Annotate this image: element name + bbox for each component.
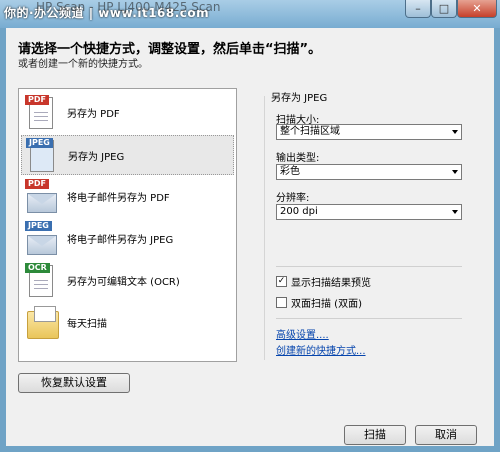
close-button[interactable]: ✕ bbox=[457, 0, 497, 18]
hp-scan-window: 你的·办公频道 | www.it168.com HP Scan - HP LJ4… bbox=[0, 0, 500, 452]
preview-checkbox[interactable]: ✓ bbox=[276, 276, 287, 287]
scan-size-select[interactable]: 整个扫描区域 bbox=[276, 124, 462, 140]
separator bbox=[276, 318, 462, 319]
minimize-button[interactable]: – bbox=[405, 0, 431, 18]
chevron-down-icon bbox=[452, 170, 458, 174]
restore-defaults-button[interactable]: 恢复默认设置 bbox=[18, 373, 130, 393]
cancel-button[interactable]: 取消 bbox=[415, 425, 477, 445]
window-title: HP Scan - HP LJ400 M425 Scan bbox=[36, 0, 221, 14]
resolution-label: 分辨率: bbox=[276, 193, 310, 204]
scan-button[interactable]: 扫描 bbox=[344, 425, 406, 445]
shortcut-label: 将电子邮件另存为 JPEG bbox=[67, 235, 174, 246]
pdf-document-icon: PDF bbox=[25, 95, 57, 131]
shortcut-daily-scan[interactable]: 每天扫描 bbox=[21, 303, 234, 343]
maximize-button[interactable]: □ bbox=[431, 0, 457, 18]
output-type-label: 输出类型: bbox=[276, 153, 320, 164]
output-type-value: 彩色 bbox=[280, 166, 300, 177]
shortcut-save-pdf[interactable]: PDF 另存为 PDF bbox=[21, 93, 234, 133]
settings-group-title: 另存为 JPEG bbox=[271, 93, 328, 104]
pdf-email-icon: PDF bbox=[25, 179, 57, 215]
shortcut-label: 另存为 JPEG bbox=[68, 152, 125, 163]
new-shortcut-link[interactable]: 创建新的快捷方式... bbox=[276, 342, 366, 357]
shortcut-label: 另存为可编辑文本 (OCR) bbox=[67, 277, 180, 288]
shortcut-email-jpeg[interactable]: JPEG 将电子邮件另存为 JPEG bbox=[21, 219, 234, 259]
chevron-down-icon bbox=[452, 210, 458, 214]
output-type-select[interactable]: 彩色 bbox=[276, 164, 462, 180]
settings-group-divider bbox=[264, 96, 265, 360]
jpeg-email-icon: JPEG bbox=[25, 221, 57, 257]
folder-icon bbox=[25, 305, 59, 341]
shortcut-label: 每天扫描 bbox=[67, 319, 107, 330]
shortcut-list[interactable]: PDF 另存为 PDF JPEG 另存为 JPEG PDF 将电子邮件另存为 P… bbox=[18, 88, 237, 362]
resolution-value: 200 dpi bbox=[280, 206, 318, 217]
sub-instruction-text: 或者创建一个新的快捷方式。 bbox=[18, 59, 148, 70]
preview-label: 显示扫描结果预览 bbox=[291, 278, 371, 289]
shortcut-ocr[interactable]: OCR 另存为可编辑文本 (OCR) bbox=[21, 261, 234, 301]
ocr-document-icon: OCR bbox=[25, 263, 57, 299]
scan-size-value: 整个扫描区域 bbox=[280, 126, 340, 137]
shortcut-label: 另存为 PDF bbox=[67, 109, 120, 120]
dialog-client: 请选择一个快捷方式，调整设置，然后单击“扫描”。 或者创建一个新的快捷方式。 P… bbox=[6, 28, 494, 446]
advanced-settings-link[interactable]: 高级设置.... bbox=[276, 326, 329, 341]
duplex-checkbox[interactable] bbox=[276, 297, 287, 308]
duplex-label: 双面扫描 (双面) bbox=[291, 299, 362, 310]
shortcut-label: 将电子邮件另存为 PDF bbox=[67, 193, 170, 204]
separator bbox=[276, 266, 462, 267]
shortcut-save-jpeg[interactable]: JPEG 另存为 JPEG bbox=[21, 135, 234, 175]
chevron-down-icon bbox=[452, 130, 458, 134]
jpeg-document-icon: JPEG bbox=[26, 138, 58, 174]
resolution-select[interactable]: 200 dpi bbox=[276, 204, 462, 220]
title-bar[interactable]: 你的·办公频道 | www.it168.com HP Scan - HP LJ4… bbox=[0, 0, 500, 28]
shortcut-email-pdf[interactable]: PDF 将电子邮件另存为 PDF bbox=[21, 177, 234, 217]
